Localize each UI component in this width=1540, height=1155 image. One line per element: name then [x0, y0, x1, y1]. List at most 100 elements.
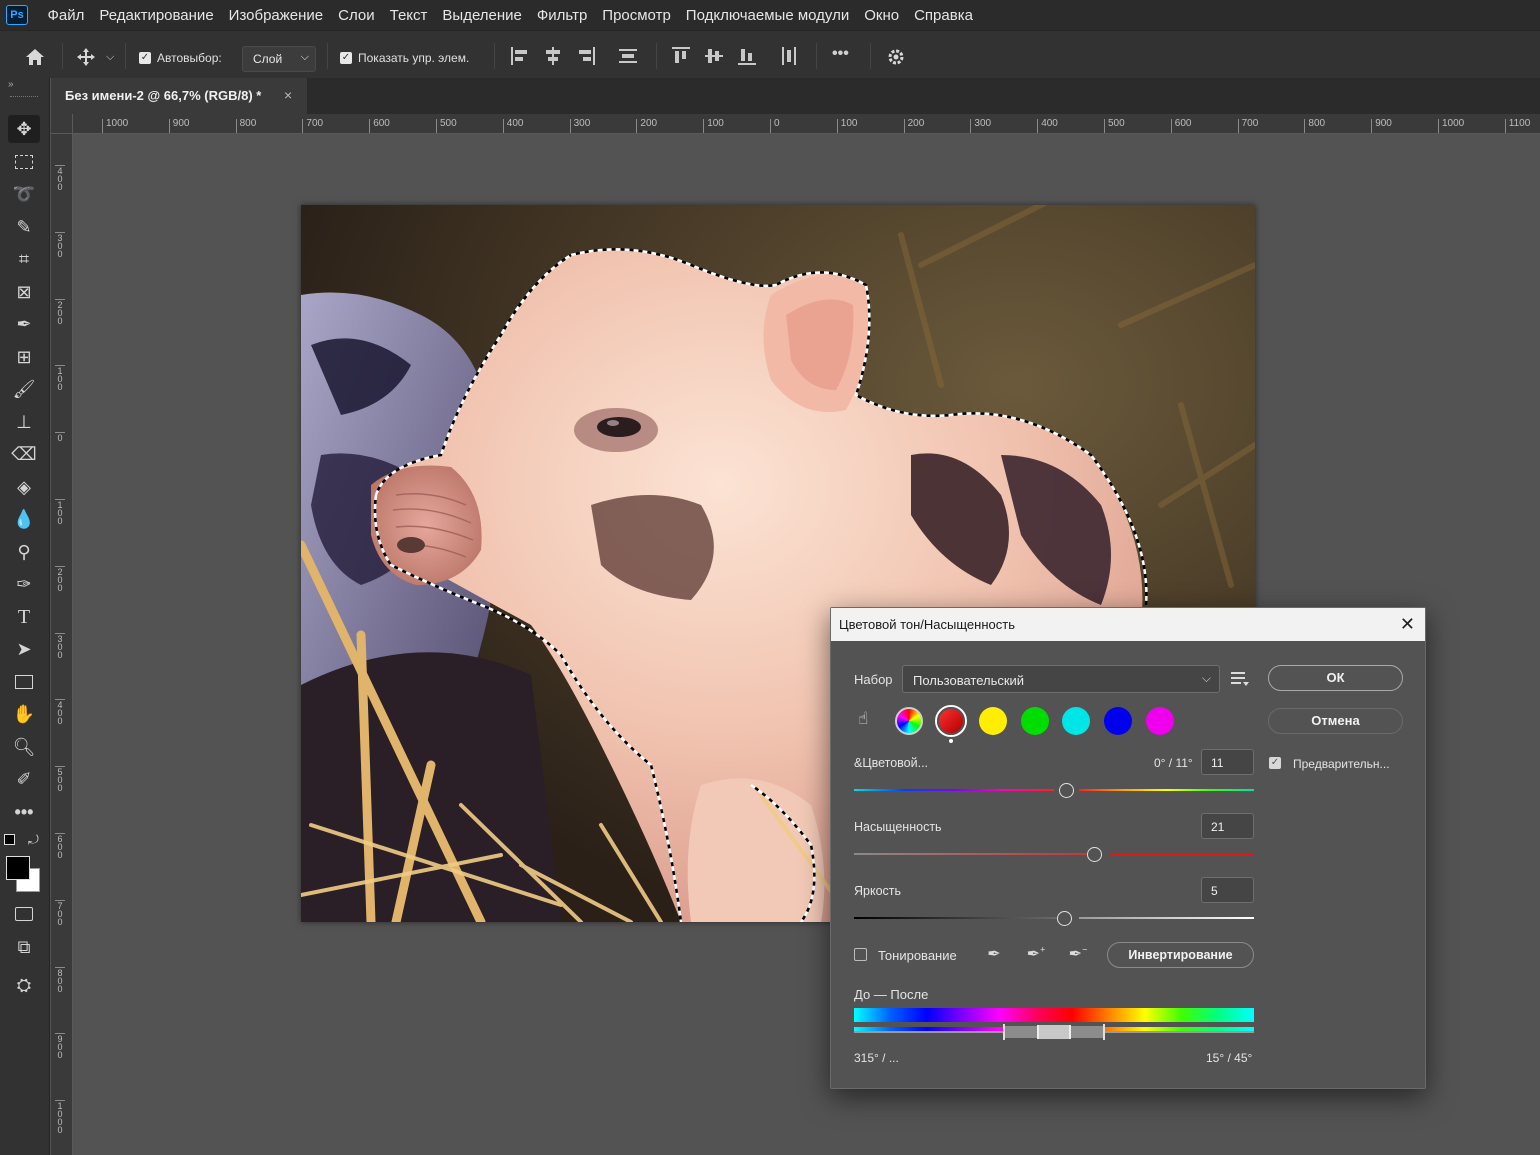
- ruler-tick-label: 1100: [1504, 119, 1530, 133]
- menu-image[interactable]: Изображение: [221, 7, 331, 24]
- rectangle-tool-icon[interactable]: [8, 668, 40, 696]
- menu-file[interactable]: Файл: [40, 7, 92, 24]
- close-icon[interactable]: ✕: [1400, 614, 1415, 635]
- autoselect-target-select[interactable]: Слой ⌵: [242, 46, 316, 72]
- eraser-tool-icon[interactable]: ⌫: [8, 440, 40, 468]
- edit-toolbar-icon[interactable]: ✐: [8, 765, 40, 793]
- marquee-tool-icon[interactable]: [8, 148, 40, 176]
- preset-options-icon[interactable]: [1231, 670, 1249, 688]
- invert-button-label: Инвертирование: [1128, 948, 1233, 962]
- menu-edit[interactable]: Редактирование: [92, 7, 221, 24]
- dialog-titlebar[interactable]: Цветовой тон/Насыщенность ✕: [831, 608, 1425, 641]
- colorize-checkbox[interactable]: [854, 948, 867, 961]
- zoom-tool-icon[interactable]: 🔍︎: [8, 733, 40, 761]
- ruler-tick-label: 300: [569, 119, 590, 133]
- paint-bucket-tool-icon[interactable]: ◈: [8, 473, 40, 501]
- blur-tool-icon[interactable]: 💧: [8, 505, 40, 533]
- targeted-adjustment-hand-icon[interactable]: ☝: [858, 709, 868, 729]
- preview-checkbox[interactable]: ✓: [1269, 757, 1281, 769]
- preset-select[interactable]: Пользовательский ⌵: [902, 665, 1220, 693]
- align-horizontal-center-icon[interactable]: [544, 47, 562, 65]
- menu-window[interactable]: Окно: [857, 7, 907, 24]
- lightness-input[interactable]: 5: [1201, 877, 1254, 903]
- preset-label: Набор: [854, 672, 893, 687]
- default-colors-icon[interactable]: [4, 834, 15, 845]
- ruler-tick-label: 1000: [102, 119, 128, 133]
- ruler-tick-label: 600: [369, 119, 390, 133]
- panel-grip[interactable]: [10, 96, 38, 98]
- cancel-button-label: Отмена: [1311, 713, 1360, 728]
- align-top-icon[interactable]: [672, 47, 690, 65]
- invert-button[interactable]: Инвертирование: [1107, 942, 1254, 968]
- ruler-origin[interactable]: [51, 114, 73, 134]
- foreground-color-swatch[interactable]: [6, 856, 30, 880]
- menu-filter[interactable]: Фильтр: [529, 7, 594, 24]
- magenta-channel-swatch[interactable]: [1146, 707, 1174, 735]
- master-channel-icon[interactable]: [895, 707, 923, 735]
- spot-healing-tool-icon[interactable]: ⊞: [8, 343, 40, 371]
- menu-plugins[interactable]: Подключаемые модули: [678, 7, 856, 24]
- menu-view[interactable]: Просмотр: [595, 7, 679, 24]
- align-left-icon[interactable]: [511, 47, 529, 65]
- swap-colors-icon[interactable]: ⤾: [28, 832, 39, 848]
- eyedropper-tool-icon[interactable]: ✒: [8, 310, 40, 338]
- pen-tool-icon[interactable]: ✑: [8, 570, 40, 598]
- crop-tool-icon[interactable]: ⌗: [8, 245, 40, 273]
- yellow-channel-swatch[interactable]: [979, 707, 1007, 735]
- hue-slider-thumb[interactable]: [1059, 783, 1074, 798]
- type-tool-icon[interactable]: T: [8, 603, 40, 631]
- eyedropper-icon[interactable]: ✒: [983, 944, 1005, 966]
- eyedropper-minus-icon[interactable]: ✒−: [1067, 944, 1089, 966]
- menu-help[interactable]: Справка: [907, 7, 981, 24]
- vertical-ruler: 4 0 0 3 0 0 2 0 0 1 0 0 0 1 0 0 2 0 0 3 0 0 4 0 …: [51, 134, 73, 1155]
- saturation-input[interactable]: 21: [1201, 813, 1254, 839]
- document-tab[interactable]: Без имени-2 @ 66,7% (RGB/8) *: [51, 78, 307, 114]
- menu-select[interactable]: Выделение: [435, 7, 529, 24]
- gear-icon[interactable]: [886, 47, 906, 67]
- menu-layers[interactable]: Слои: [331, 7, 382, 24]
- align-vertical-center-icon[interactable]: [705, 47, 723, 65]
- menu-type[interactable]: Текст: [382, 7, 435, 24]
- separator: [62, 43, 63, 69]
- hue-input[interactable]: 11: [1201, 749, 1254, 775]
- lightness-slider-thumb[interactable]: [1057, 911, 1072, 926]
- preview-label: Предварительн...: [1293, 757, 1390, 771]
- more-options-icon[interactable]: •••: [832, 44, 849, 64]
- tab-close-icon[interactable]: ×: [284, 87, 292, 103]
- brush-tool-icon[interactable]: 🖌: [8, 375, 40, 403]
- green-channel-swatch[interactable]: [1021, 707, 1049, 735]
- range-selected[interactable]: [1037, 1025, 1071, 1039]
- align-right-icon[interactable]: [577, 47, 595, 65]
- range-right-handle[interactable]: [1103, 1024, 1105, 1040]
- screen-mode-icon[interactable]: ⧉: [8, 933, 40, 961]
- ok-button[interactable]: ОК: [1268, 665, 1403, 691]
- blue-channel-swatch[interactable]: [1104, 707, 1132, 735]
- red-channel-swatch[interactable]: [937, 707, 965, 735]
- distribute-horizontal-icon[interactable]: [780, 47, 798, 65]
- path-selection-tool-icon[interactable]: ➤: [8, 635, 40, 663]
- saturation-slider-thumb[interactable]: [1087, 847, 1102, 862]
- range-left-handle[interactable]: [1003, 1024, 1005, 1040]
- hand-tool-icon[interactable]: ✋: [8, 700, 40, 728]
- distribute-vertical-icon[interactable]: [619, 47, 637, 65]
- show-transform-controls-checkbox[interactable]: ✓: [340, 52, 352, 64]
- frame-tool-icon[interactable]: ⊠: [8, 278, 40, 306]
- align-bottom-icon[interactable]: [738, 47, 756, 65]
- cancel-button[interactable]: Отмена: [1268, 708, 1403, 734]
- home-icon[interactable]: [24, 47, 46, 67]
- expand-panel-icon[interactable]: »: [8, 79, 14, 90]
- autoselect-checkbox[interactable]: ✓: [139, 52, 151, 64]
- move-tool-icon[interactable]: [76, 47, 96, 67]
- cyan-channel-swatch[interactable]: [1062, 707, 1090, 735]
- lasso-tool-icon[interactable]: ➰: [8, 180, 40, 208]
- move-tool-icon[interactable]: ✥: [8, 115, 40, 143]
- clone-stamp-tool-icon[interactable]: ⊥: [8, 408, 40, 436]
- quick-mask-icon[interactable]: [8, 900, 40, 928]
- generative-tools-icon[interactable]: ⛭: [8, 971, 40, 999]
- more-tools-icon[interactable]: •••: [8, 798, 40, 826]
- quick-selection-tool-icon[interactable]: ✎: [8, 213, 40, 241]
- eyedropper-plus-icon[interactable]: ✒+: [1025, 944, 1047, 966]
- chevron-down-icon[interactable]: ⌵: [106, 47, 114, 67]
- selected-indicator-dot: [949, 739, 953, 743]
- dodge-tool-icon[interactable]: ⚲: [8, 538, 40, 566]
